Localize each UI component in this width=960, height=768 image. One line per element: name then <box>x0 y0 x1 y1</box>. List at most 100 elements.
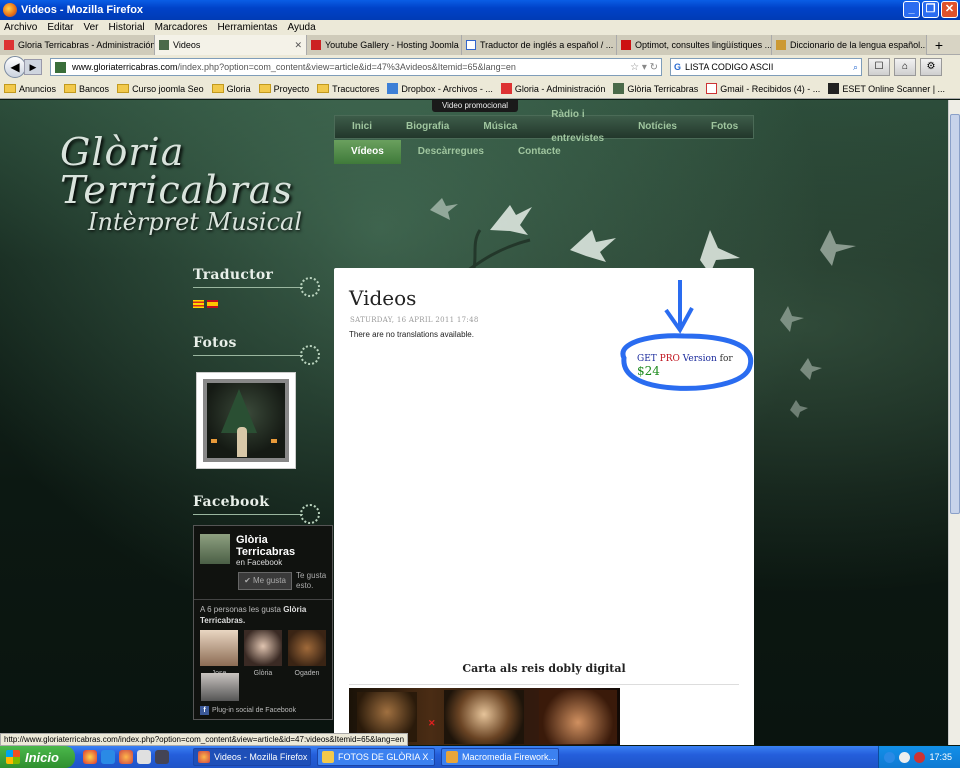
tab-gloria-admin[interactable]: Gloria Terricabras - Administración <box>0 35 155 55</box>
media-icon[interactable] <box>155 750 169 764</box>
bookmark-tracuctores[interactable]: Tracuctores <box>317 84 379 94</box>
clock[interactable]: 17:35 <box>929 752 952 762</box>
maximize-button[interactable]: ❐ <box>922 1 939 18</box>
url-bar[interactable]: www.gloriaterricabras.com/index.php?opti… <box>50 58 662 76</box>
facebook-icon: f <box>200 706 209 715</box>
facebook-plugin-label[interactable]: f Plug-in social de Facebook <box>200 706 296 715</box>
system-tray: 17:35 <box>878 746 960 768</box>
site-logo[interactable]: Glòria Terricabras Intèrpret Musical <box>60 130 302 236</box>
close-icon[interactable]: ✕ <box>428 718 436 729</box>
joomla-icon <box>4 40 14 50</box>
divider <box>349 684 739 685</box>
network-icon[interactable] <box>884 751 896 763</box>
tab-videos[interactable]: Videos ✕ <box>155 35 307 55</box>
close-tab-icon[interactable]: ✕ <box>290 40 302 51</box>
facebook-heading: Facebook <box>193 494 270 510</box>
home-icon[interactable]: ⌂ <box>894 58 916 76</box>
back-button[interactable]: ◀ <box>4 56 26 78</box>
bookmark-eset[interactable]: ESET Online Scanner | ... <box>828 83 945 94</box>
nav-musica[interactable]: Música <box>466 115 534 139</box>
article-date: SATURDAY, 16 APRIL 2011 17:48 <box>350 316 479 324</box>
nav-noticies[interactable]: Notícies <box>621 115 694 139</box>
tools-icon[interactable]: ⚙ <box>920 58 942 76</box>
bookmark-bancos[interactable]: Bancos <box>64 84 109 94</box>
dropbox-icon <box>387 83 399 94</box>
fan-face[interactable] <box>201 673 239 701</box>
bookmark-gloria-admin[interactable]: Gloria - Administración <box>500 83 605 94</box>
facebook-like-button[interactable]: ✔ Me gusta <box>238 572 292 590</box>
tab-label: Optimot, consultes lingüístiques ... <box>635 40 772 50</box>
facebook-like-box: Glòria Terricabras en Facebook ✔ Me gust… <box>193 525 333 720</box>
no-translations-text: There are no translations available. <box>349 330 474 339</box>
shield-icon[interactable] <box>899 751 911 763</box>
show-desktop-icon[interactable] <box>137 750 151 764</box>
nav-biografia[interactable]: Biografia <box>389 115 466 139</box>
bookmark-curso-joomla[interactable]: Curso joomla Seo <box>117 84 204 94</box>
fan-face[interactable]: Ogaden <box>288 630 326 677</box>
promo-video-tab[interactable]: Video promocional <box>432 100 518 112</box>
menu-archivo[interactable]: Archivo <box>4 22 37 33</box>
site-icon <box>613 83 625 94</box>
spanish-flag-icon[interactable] <box>207 300 218 308</box>
document-icon <box>466 40 476 50</box>
tab-diccionario[interactable]: Diccionario de la lengua español... <box>772 35 927 55</box>
addon-icon[interactable]: ☐ <box>868 58 890 76</box>
page-scrollbar[interactable] <box>948 100 960 745</box>
get-pro-link[interactable]: GET PRO Version for $24 <box>637 354 754 378</box>
taskbar-item-folder[interactable]: FOTOS DE GLÒRIA X ... <box>317 748 435 766</box>
webhost-icon <box>311 40 321 50</box>
taskbar-item-firefox[interactable]: Videos - Mozilla Firefox <box>193 748 311 766</box>
minimize-button[interactable]: _ <box>903 1 920 18</box>
nav-fotos[interactable]: Fotos <box>694 115 755 139</box>
menu-historial[interactable]: Historial <box>109 22 145 33</box>
menu-marcadores[interactable]: Marcadores <box>155 22 208 33</box>
like-count-text: A 6 personas les gusta Glòria Terricabra… <box>200 605 307 625</box>
article-title: Videos <box>349 286 417 310</box>
tab-optimot[interactable]: Optimot, consultes lingüístiques ... <box>617 35 772 55</box>
menu-ver[interactable]: Ver <box>83 22 98 33</box>
ie-icon[interactable] <box>101 750 115 764</box>
facebook-page-name[interactable]: Glòria Terricabras <box>236 534 326 558</box>
divider <box>193 355 303 356</box>
search-icon[interactable]: ⌕ <box>853 62 861 73</box>
menu-editar[interactable]: Editar <box>47 22 73 33</box>
forward-button[interactable]: ▶ <box>24 59 42 75</box>
new-tab-button[interactable]: + <box>927 35 951 54</box>
traductor-heading: Traductor <box>193 267 274 283</box>
fan-face[interactable]: Glòria <box>244 630 282 677</box>
video-title: Carta als reis dobly digital <box>462 662 626 675</box>
search-input[interactable]: LISTA CODIGO ASCII <box>685 62 773 72</box>
bookmark-gloria[interactable]: Gloria <box>211 84 251 94</box>
menu-herramientas[interactable]: Herramientas <box>217 22 277 33</box>
fan-face[interactable]: Jose <box>200 630 238 677</box>
site-identity-icon[interactable] <box>55 61 66 73</box>
menu-ayuda[interactable]: Ayuda <box>287 22 315 33</box>
firefox-icon[interactable] <box>119 750 133 764</box>
catalan-flag-icon[interactable] <box>193 300 204 308</box>
divider <box>193 514 303 515</box>
taskbar-item-fireworks[interactable]: Macromedia Firework... <box>441 748 559 766</box>
scrollbar-thumb[interactable] <box>950 114 960 514</box>
search-box[interactable]: G LISTA CODIGO ASCII ⌕ <box>670 58 862 76</box>
bookmark-gmail[interactable]: Gmail - Recibidos (4) - ... <box>706 83 820 94</box>
facebook-page-avatar[interactable] <box>200 534 230 564</box>
bookmark-dropbox[interactable]: Dropbox - Archivos - ... <box>387 83 493 94</box>
start-button[interactable]: Inicio <box>0 746 75 768</box>
tab-label: Gloria Terricabras - Administración <box>18 40 155 50</box>
google-icon[interactable]: G <box>674 62 681 72</box>
bookmark-anuncios[interactable]: Anuncios <box>4 84 56 94</box>
bookmark-star-icon[interactable]: ☆ ▾ ↻ <box>630 62 661 73</box>
divider <box>193 287 303 288</box>
bookmark-gloria-terricabras[interactable]: Glòria Terricabras <box>613 83 698 94</box>
antivirus-icon[interactable] <box>914 751 926 763</box>
close-button[interactable]: ✕ <box>941 1 958 18</box>
tab-traductor[interactable]: Traductor de inglés a español / ... <box>462 35 617 55</box>
photo-thumbnail[interactable] <box>196 372 296 469</box>
nav-inici[interactable]: Inici <box>335 115 389 139</box>
window-titlebar: Videos - Mozilla Firefox _ ❐ ✕ <box>0 0 960 20</box>
bookmark-proyecto[interactable]: Proyecto <box>258 84 309 94</box>
chrome-icon[interactable] <box>83 750 97 764</box>
status-bar: http://www.gloriaterricabras.com/index.p… <box>0 733 409 746</box>
tab-youtube-gallery[interactable]: Youtube Gallery - Hosting Joomla <box>307 35 462 55</box>
site-icon <box>159 40 169 50</box>
